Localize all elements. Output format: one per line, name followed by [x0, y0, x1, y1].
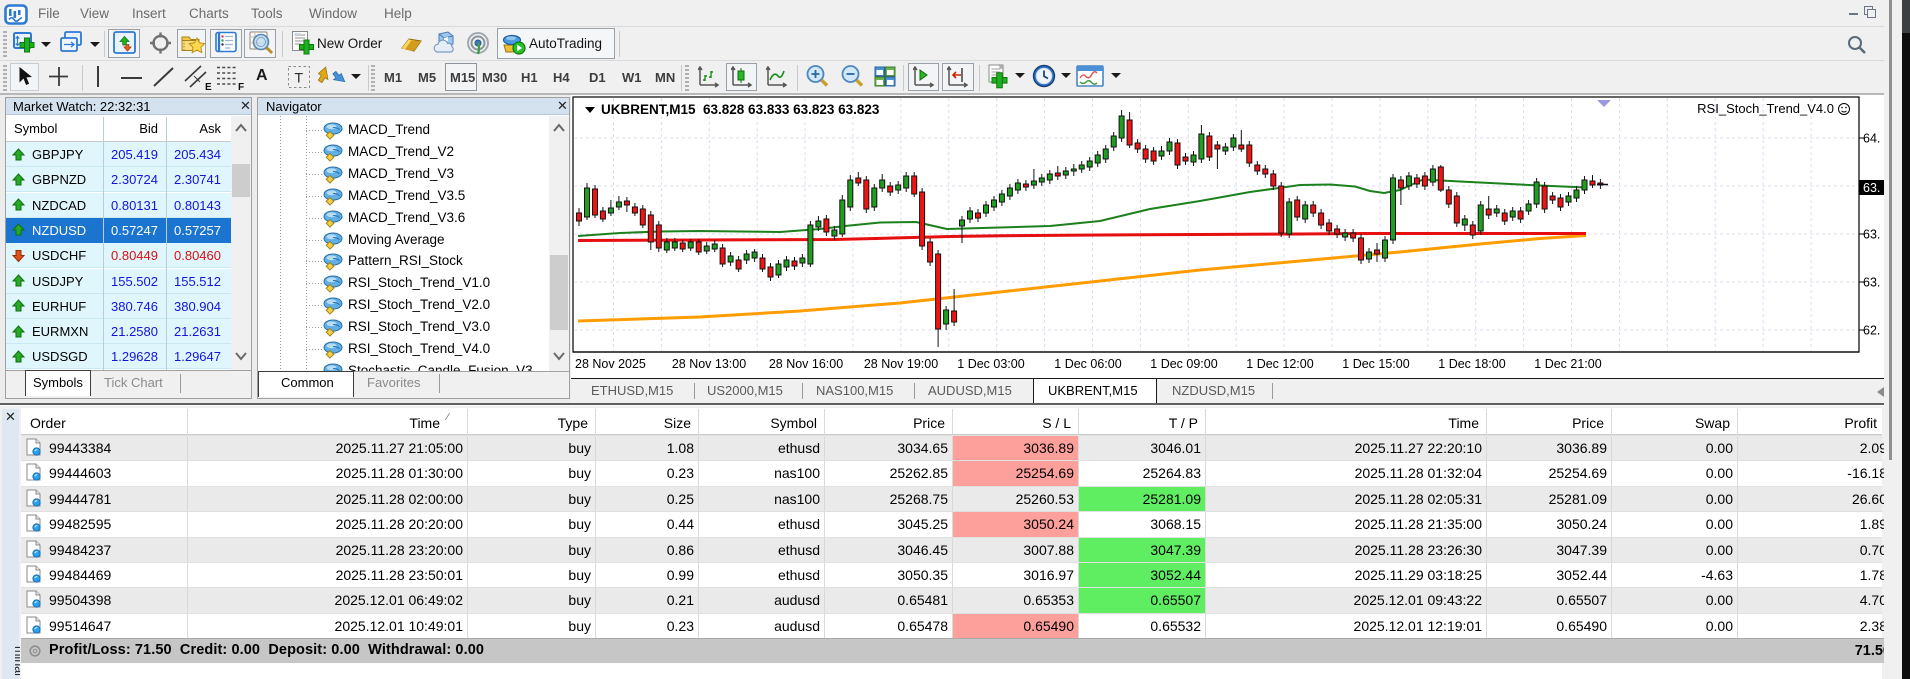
svg-text:minal: minal — [12, 646, 20, 676]
svg-text:28 Nov 13:00: 28 Nov 13:00 — [672, 357, 746, 371]
svg-text:E: E — [205, 82, 212, 91]
svg-text:1 Dec 15:00: 1 Dec 15:00 — [1342, 357, 1409, 371]
svg-text:1 Dec 21:00: 1 Dec 21:00 — [1534, 357, 1601, 371]
svg-text:28 Nov 16:00: 28 Nov 16:00 — [769, 357, 843, 371]
svg-text:1 Dec 18:00: 1 Dec 18:00 — [1438, 357, 1505, 371]
svg-text:1 Dec 12:00: 1 Dec 12:00 — [1246, 357, 1313, 371]
svg-text:63.: 63. — [1863, 228, 1880, 242]
svg-text:28 Nov 2025: 28 Nov 2025 — [575, 357, 646, 371]
svg-text:1 Dec 06:00: 1 Dec 06:00 — [1054, 357, 1121, 371]
svg-text:62.: 62. — [1863, 324, 1880, 338]
svg-text:UKBRENT,M15 63.828 63.833 63.: UKBRENT,M15 63.828 63.833 63.823 63.823 — [601, 102, 880, 117]
svg-text:F: F — [238, 82, 244, 91]
svg-text:63.: 63. — [1863, 276, 1880, 290]
svg-text:RSI_Stoch_Trend_V4.0: RSI_Stoch_Trend_V4.0 — [1697, 101, 1834, 116]
svg-text:64.: 64. — [1863, 132, 1880, 146]
svg-text:T: T — [295, 70, 304, 86]
svg-text:1 Dec 03:00: 1 Dec 03:00 — [957, 357, 1024, 371]
svg-text:28 Nov 19:00: 28 Nov 19:00 — [864, 357, 938, 371]
svg-text:1 Dec 09:00: 1 Dec 09:00 — [1150, 357, 1217, 371]
svg-text:63.: 63. — [1863, 181, 1880, 195]
